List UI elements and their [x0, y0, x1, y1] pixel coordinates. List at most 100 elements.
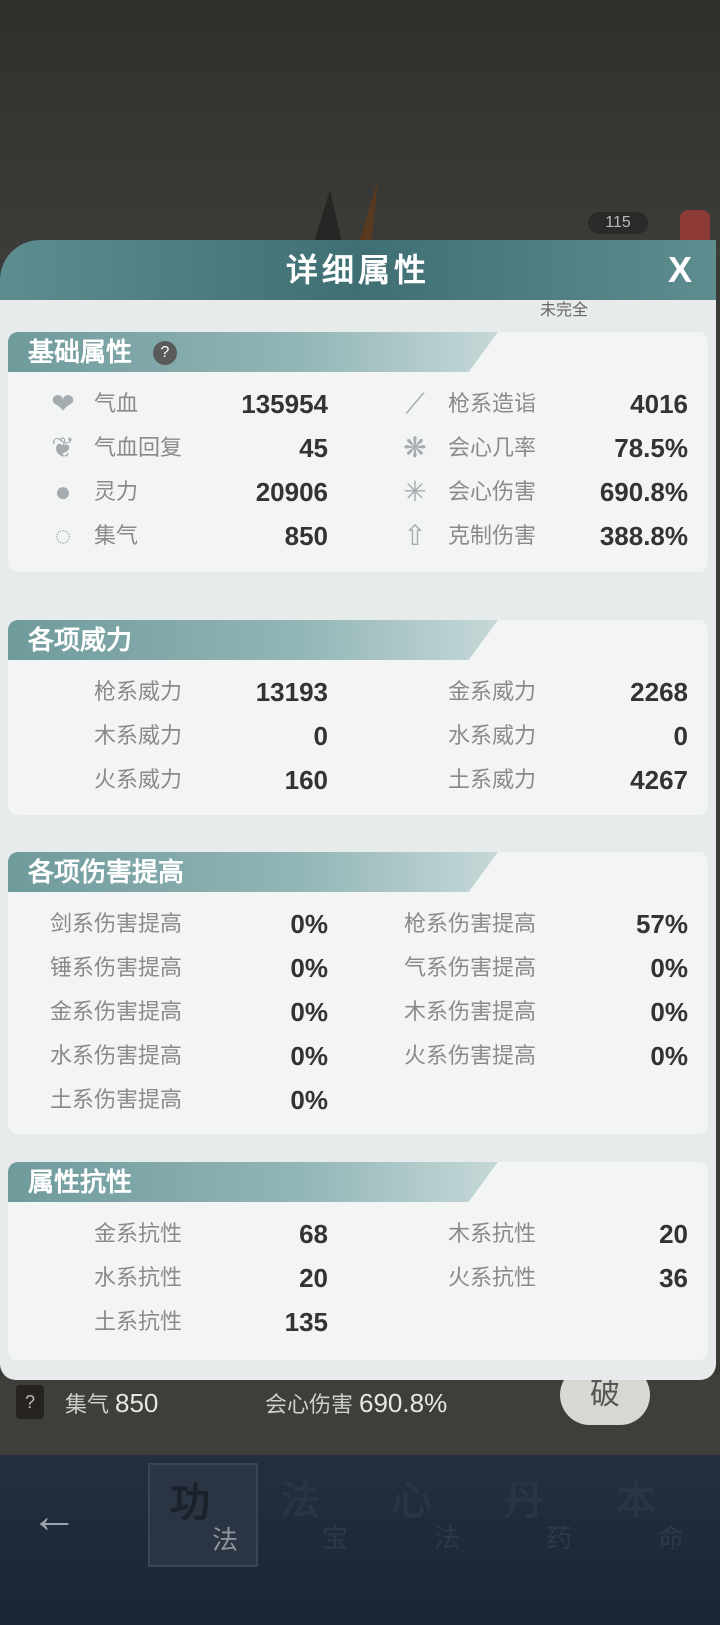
stat-label: 会心伤害: [448, 479, 537, 504]
stat-row: ◌ 集气 850 ⇧ 克制伤害 388.8%: [8, 516, 708, 556]
tab-small-char: 法: [212, 1525, 239, 1555]
stat-label: 水系威力: [448, 723, 537, 748]
stat-value: 0: [313, 721, 328, 751]
stat-label: 灵力: [94, 479, 139, 504]
back-arrow-icon[interactable]: ←: [30, 1487, 90, 1547]
stat-label: 气血: [94, 391, 139, 416]
stat-label: 金系威力: [448, 679, 537, 704]
stat-row: ❦ 气血回复 45 ❋ 会心几率 78.5%: [8, 428, 708, 468]
stat-value: 135: [284, 1307, 328, 1337]
stat-row: 水系抗性 20 火系抗性 36: [8, 1258, 708, 1298]
tab-small-char: 宝: [322, 1523, 349, 1553]
stat-row: 火系威力 160 土系威力 4267: [8, 760, 708, 800]
help-icon[interactable]: ?: [153, 341, 177, 365]
stat-row: ❤ 气血 135954 ⟋ 枪系造诣 4016: [8, 384, 708, 424]
stat-value: 0: [673, 721, 688, 751]
tab-small-char: 法: [434, 1523, 461, 1553]
tab-benming[interactable]: 本 命: [596, 1463, 702, 1563]
tab-big-char: 功: [170, 1481, 210, 1525]
section-title: 基础属性: [28, 337, 133, 367]
stat-value: 388.8%: [599, 521, 688, 551]
stat-value: 0%: [290, 909, 328, 939]
tab-fabao[interactable]: 法 宝: [260, 1463, 366, 1563]
stat-label: 土系威力: [448, 767, 537, 792]
tab-big-char: 心: [392, 1479, 432, 1523]
section-title: 属性抗性: [28, 1167, 133, 1197]
stat-row: 水系伤害提高 0% 火系伤害提高 0%: [8, 1036, 708, 1076]
bottom-nav: ← 功 法 法 宝 心 法 丹 药 本 命: [0, 1455, 720, 1625]
section-title: 各项伤害提高: [28, 857, 185, 887]
clipped-text: 未完全: [540, 302, 589, 319]
strip-right-stat: 会心伤害 690.8%: [265, 1387, 447, 1419]
stat-label: 克制伤害: [448, 523, 537, 548]
stat-value: 135954: [241, 389, 328, 419]
drop-icon: ●: [54, 476, 72, 507]
strip-right-label: 会心伤害: [265, 1392, 354, 1417]
stat-value: 36: [659, 1263, 688, 1293]
modal-header: 详细属性 X: [0, 240, 716, 300]
stat-label: 火系威力: [94, 767, 183, 792]
stat-label: 金系伤害提高: [50, 999, 183, 1024]
modal-title: 详细属性: [285, 252, 430, 288]
stat-label: 枪系造诣: [448, 391, 537, 416]
tab-danyao[interactable]: 丹 药: [484, 1463, 590, 1563]
stat-label: 气系伤害提高: [404, 955, 537, 980]
stat-value: 0%: [290, 953, 328, 983]
stat-row: 木系威力 0 水系威力 0: [8, 716, 708, 756]
tab-big-char: 丹: [504, 1479, 544, 1523]
crit-chance-icon: ❋: [403, 432, 427, 463]
stat-value: 4267: [630, 765, 688, 795]
stat-label: 土系抗性: [94, 1309, 183, 1334]
stat-label: 集气: [94, 523, 139, 548]
section-title: 各项威力: [28, 625, 133, 655]
crit-damage-icon: ✳: [403, 476, 427, 507]
stat-label: 火系抗性: [448, 1265, 537, 1290]
tab-small-char: 命: [658, 1523, 685, 1553]
stat-label: 会心几率: [448, 435, 537, 460]
stat-value: 2268: [630, 677, 688, 707]
strip-right-value: 690.8%: [359, 1388, 448, 1418]
stat-value: 0%: [290, 997, 328, 1027]
stat-row: 锤系伤害提高 0% 气系伤害提高 0%: [8, 948, 708, 988]
stat-value: 160: [284, 765, 328, 795]
tab-small-char: 药: [546, 1523, 573, 1553]
stat-value: 78.5%: [614, 433, 688, 463]
stat-row: ● 灵力 20906 ✳ 会心伤害 690.8%: [8, 472, 708, 512]
stat-value: 13193: [255, 677, 328, 707]
stat-label: 土系伤害提高: [50, 1087, 183, 1112]
stat-label: 剑系伤害提高: [50, 911, 183, 936]
stat-label: 木系威力: [94, 723, 183, 748]
stat-value: 4016: [630, 389, 688, 419]
stat-label: 枪系威力: [94, 679, 183, 704]
stat-row: 剑系伤害提高 0% 枪系伤害提高 57%: [8, 904, 708, 944]
modal-body[interactable]: 未完全 基础属性 ? ❤ 气血 135954 ⟋ 枪系造诣 4016 ❦ 气血回…: [0, 300, 716, 1380]
stat-label: 水系伤害提高: [50, 1043, 183, 1068]
tab-gongfa[interactable]: 功 法: [148, 1463, 258, 1567]
stat-label: 气血回复: [94, 435, 183, 460]
section-header: 各项伤害提高: [8, 852, 498, 892]
heart-icon: ❤: [51, 388, 75, 419]
strip-left-label: 集气: [65, 1392, 110, 1417]
stat-value: 68: [299, 1219, 328, 1249]
section-basic: 基础属性 ? ❤ 气血 135954 ⟋ 枪系造诣 4016 ❦ 气血回复 45…: [8, 332, 708, 572]
section-header: 基础属性 ?: [8, 332, 498, 372]
stat-label: 木系伤害提高: [404, 999, 537, 1024]
heal-icon: ❦: [51, 432, 75, 463]
close-button[interactable]: X: [658, 248, 702, 292]
section-header: 属性抗性: [8, 1162, 498, 1202]
strip-left-value: 850: [115, 1388, 159, 1418]
section-power: 各项威力 枪系威力 13193 金系威力 2268 木系威力 0 水系威力 0 …: [8, 620, 708, 815]
strip-left-stat: 集气 850: [65, 1387, 158, 1419]
tab-big-char: 本: [616, 1479, 656, 1523]
stat-value: 20: [659, 1219, 688, 1249]
detail-attributes-modal: 详细属性 X 未完全 基础属性 ? ❤ 气血 135954 ⟋ 枪系造诣 401…: [0, 240, 716, 1390]
stat-value: 0%: [650, 953, 688, 983]
section-header: 各项威力: [8, 620, 498, 660]
stat-value: 20906: [255, 477, 328, 507]
stat-row: 金系抗性 68 木系抗性 20: [8, 1214, 708, 1254]
stat-row: 土系抗性 135: [8, 1302, 708, 1342]
level-badge: 115: [588, 212, 648, 234]
stat-value: 690.8%: [599, 477, 688, 507]
tab-xinfa[interactable]: 心 法: [372, 1463, 478, 1563]
section-resistance: 属性抗性 金系抗性 68 木系抗性 20 水系抗性 20 火系抗性 36 土系抗…: [8, 1162, 708, 1360]
